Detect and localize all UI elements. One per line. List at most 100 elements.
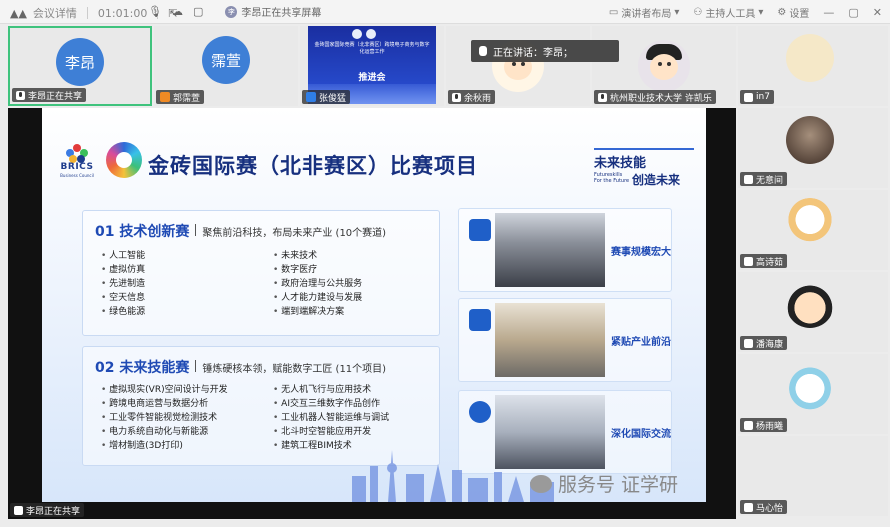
host-tools-label: 主持人工具 (705, 9, 756, 20)
list-item: 绿色能源 (101, 305, 145, 319)
photo-panel: 赛事规模宏大 (458, 208, 672, 292)
speaking-text: 正在讲话：李昂； (493, 47, 573, 59)
video-tile[interactable]: 余秋雨 (446, 26, 590, 106)
participant-label: 马心怡 (740, 500, 788, 514)
signal-icon[interactable]: ▲▲ (10, 7, 27, 20)
divider (594, 148, 694, 150)
mic-icon (598, 92, 607, 102)
meeting-details-link[interactable]: 会议详情 (33, 5, 77, 21)
event-photo (495, 213, 605, 287)
video-tile[interactable]: 潘海康 (738, 272, 888, 352)
card-title: 01 技术创新赛 (95, 224, 190, 240)
cloud-icon[interactable]: ☁ (172, 5, 183, 18)
participant-label: in7 (740, 90, 774, 104)
poster-title: 金砖国家国际竞赛（北非赛区）跨境电子商务与数字化运营工作 (314, 42, 430, 55)
future-skills-slogan: 创造未来 (632, 173, 681, 187)
list-item: 工业机器人智能运维与调试 (273, 411, 389, 425)
mic-icon (14, 505, 23, 515)
list-item: 北斗时空智能应用开发 (273, 425, 389, 439)
sharer-badge-icon: 李 (225, 5, 238, 18)
baby-photo (638, 40, 690, 92)
mic-icon (452, 92, 461, 102)
card-header: 01 技术创新赛 聚焦前沿科技，布局未来产业 (10个赛道) (95, 221, 386, 241)
video-tile[interactable]: 金砖国家国际竞赛（北非赛区）跨境电子商务与数字化运营工作 推进会 张俊猛 (300, 26, 444, 106)
maximize-button[interactable]: ▢ (848, 6, 858, 19)
list-item: 空天信息 (101, 291, 145, 305)
card-title: 02 未来技能赛 (95, 360, 190, 376)
chevron-down-icon: ▾ (758, 7, 764, 18)
close-button[interactable]: ✕ (873, 6, 882, 19)
participant-name: 无意间 (756, 175, 784, 186)
participant-label: 无意间 (740, 172, 788, 186)
photo-avatar (786, 116, 834, 164)
host-tools-button[interactable]: ⚇ 主持人工具 ▾ (693, 5, 763, 20)
presentation-icon (469, 219, 491, 241)
settings-button[interactable]: ⚙ 设置 (777, 5, 809, 20)
brics-logo: BRICS Business Council (60, 144, 94, 184)
brics-subtext: Business Council (60, 173, 94, 178)
future-skills-en: Futureskills For the Future (594, 172, 630, 184)
layout-label: 演讲者布局 (621, 9, 672, 20)
competition-emblem-icon (106, 142, 142, 178)
sheep-avatar (786, 198, 834, 246)
gear-icon: ⚙ (777, 7, 787, 18)
mic-off-icon[interactable]: 🎙︎ (148, 5, 162, 18)
cartoon-avatar (786, 362, 834, 410)
shared-screen[interactable]: BRICS Business Council 金砖国际赛（北非赛区）比赛项目 未… (8, 108, 736, 519)
photo-panel: 紧贴产业前沿 (458, 298, 672, 382)
minimize-button[interactable]: — (823, 6, 834, 19)
card-header: 02 未来技能赛 锤炼硬核本领，赋能数字工匠 (11个项目) (95, 357, 386, 377)
mic-icon (744, 256, 753, 266)
sharer-label: 李昂正在共享 (10, 503, 85, 517)
avatar: 李昂 (56, 38, 104, 86)
sharing-status-text: 李昂正在共享屏幕 (241, 8, 322, 19)
participant-label: 李昂正在共享 (12, 88, 87, 102)
participant-name: 杭州职业技术大学 许凯乐 (610, 93, 712, 104)
cartoon-avatar (786, 280, 834, 328)
track-list-right: 无人机飞行与应用技术 AI交互三维数字作品创作 工业机器人智能运维与调试 北斗时… (273, 383, 389, 453)
top-bar: ▲▲ 会议详情 01:01:00 ⇱ 🎙︎ ☁ ▢ 李 李昂正在共享屏幕 ▭ 演讲… (0, 0, 890, 24)
participant-name: 余秋雨 (464, 93, 492, 104)
brics-text: BRICS (60, 162, 94, 172)
card-description: 锤炼硬核本领，赋能数字工匠 (11个项目) (202, 364, 387, 375)
settings-label: 设置 (789, 9, 810, 20)
mic-icon (744, 420, 753, 430)
video-tile[interactable]: 马心怡 (738, 436, 888, 516)
video-tile[interactable]: in7 (738, 26, 888, 106)
camera-off-icon[interactable]: ▢ (193, 5, 203, 18)
mic-icon (744, 502, 753, 512)
photo-caption: 深化国际交流 (611, 429, 671, 440)
presentation-slide: BRICS Business Council 金砖国际赛（北非赛区）比赛项目 未… (42, 108, 706, 502)
video-tile[interactable]: 杨雨曦 (738, 354, 888, 434)
card-description: 聚焦前沿科技，布局未来产业 (10个赛道) (202, 228, 387, 239)
chevron-down-icon: ▾ (674, 7, 680, 18)
video-tile[interactable]: 高诗茹 (738, 190, 888, 270)
future-skills-logo: 未来技能 Futureskills For the Future 创造未来 (594, 148, 694, 187)
poster-subtitle: 推进会 (358, 73, 386, 83)
slide-title: 金砖国际赛（北非赛区）比赛项目 (148, 154, 478, 178)
list-item: 人才能力建设与发展 (273, 291, 362, 305)
cartoon-avatar (786, 34, 834, 82)
participant-name: in7 (756, 92, 770, 102)
participant-name: 张俊猛 (319, 93, 347, 104)
participant-sidebar[interactable]: in7 无意间 高诗茹 潘海康 杨雨曦 马心怡 (738, 26, 890, 527)
participant-name: 高诗茹 (756, 257, 784, 268)
video-tile[interactable]: 霈萱 郭霈萱 (154, 26, 298, 106)
track-list-left: 虚拟现实(VR)空间设计与开发 跨境电商运营与数据分析 工业零件智能视觉检测技术… (101, 383, 228, 453)
list-item: 虚拟现实(VR)空间设计与开发 (101, 383, 227, 397)
participant-name: 杨雨曦 (756, 421, 784, 432)
user-icon: ⚇ (693, 7, 703, 18)
meeting-timer: 01:01:00 (97, 6, 148, 20)
list-item: 人工智能 (101, 249, 145, 263)
layout-button[interactable]: ▭ 演讲者布局 ▾ (609, 5, 679, 20)
layout-icon: ▭ (608, 7, 619, 18)
logo-icon (366, 29, 376, 39)
video-tile[interactable]: 杭州职业技术大学 许凯乐 (592, 26, 736, 106)
video-tile[interactable]: 李昂 李昂正在共享 (8, 26, 152, 106)
divider (195, 360, 197, 372)
future-skills-cn: 未来技能 (594, 156, 647, 171)
sharer-name: 李昂正在共享 (26, 506, 81, 517)
globe-icon (469, 401, 491, 423)
video-tile[interactable]: 无意间 (738, 108, 888, 188)
list-item: 跨境电商运营与数据分析 (101, 397, 228, 411)
